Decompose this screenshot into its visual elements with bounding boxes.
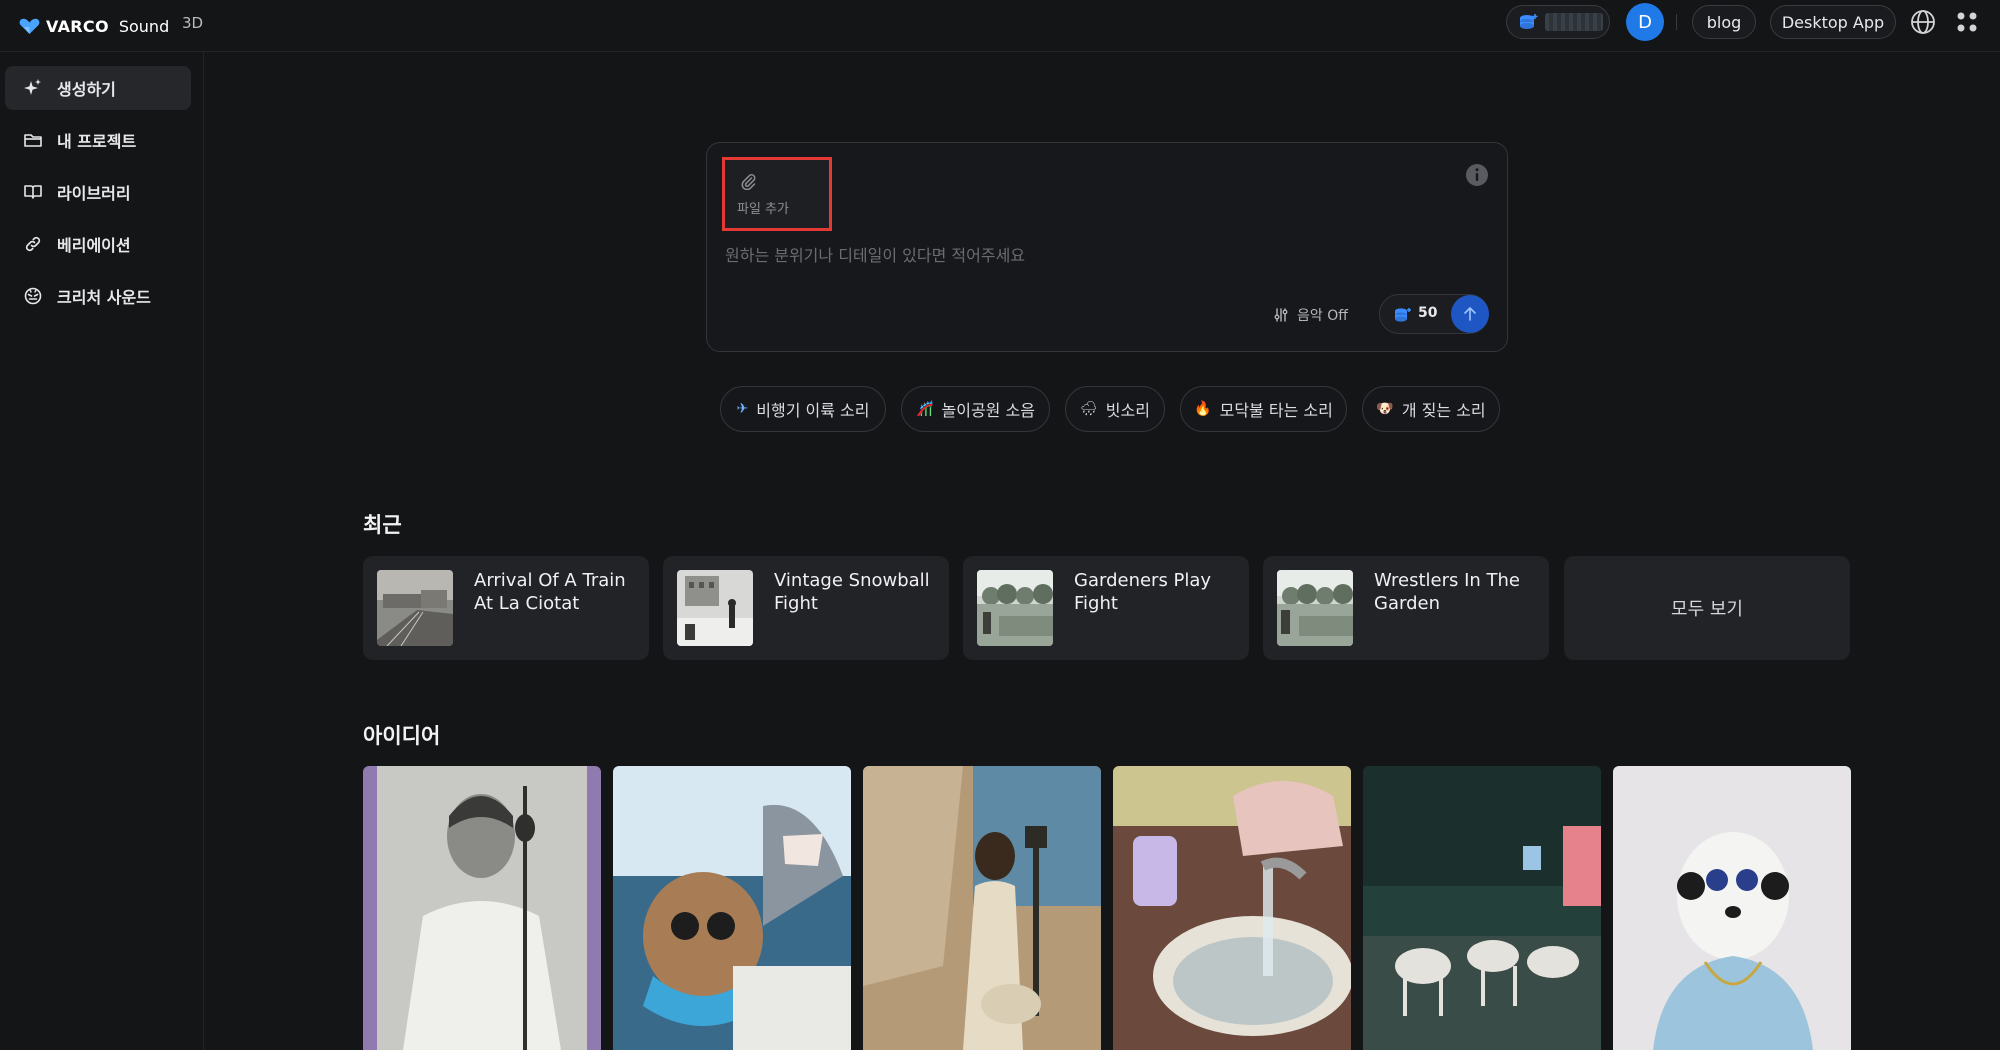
top-bar: VARCO Sound 3D D blog Desktop App: [0, 0, 2000, 52]
prompt-card: 파일 추가 원하는 분위기나 디테일이 있다면 적어주세요 음악 Off 50: [706, 142, 1508, 352]
recent-section-title: 최근: [363, 513, 402, 537]
suggestion-chip-dog-bark[interactable]: 🐶 개 짖는 소리: [1362, 386, 1500, 432]
logo[interactable]: VARCO Sound: [19, 12, 169, 40]
coin-stack-icon: [1520, 14, 1538, 29]
brand-name: VARCO: [46, 16, 109, 36]
idea-tile-woman-coast[interactable]: [863, 766, 1101, 1050]
dog-icon: 🐶: [1376, 401, 1394, 417]
desktop-app-button[interactable]: Desktop App: [1770, 5, 1896, 39]
recent-card[interactable]: Vintage Snowball Fight: [663, 556, 949, 660]
suggestion-chip-amusement-park[interactable]: 🎢 놀이공원 소음: [901, 386, 1050, 432]
book-icon: [24, 185, 42, 199]
sidebar-item-library[interactable]: 라이브러리: [5, 170, 191, 214]
heart-logo-icon: [19, 18, 40, 34]
cost-value: 50: [1418, 305, 1438, 321]
recent-title: Vintage Snowball Fight: [774, 570, 930, 614]
credit-balance[interactable]: [1506, 5, 1610, 39]
credit-amount-redacted: [1545, 13, 1603, 31]
chip-label: 비행기 이륙 소리: [756, 401, 870, 420]
music-toggle-label: 음악 Off: [1297, 308, 1348, 324]
recent-card[interactable]: Wrestlers In The Garden: [1263, 556, 1549, 660]
attach-file-button[interactable]: 파일 추가: [722, 157, 832, 231]
link-icon: [25, 236, 41, 252]
recent-card[interactable]: Arrival Of A Train At La Ciotat: [363, 556, 649, 660]
recent-thumbnail: [677, 570, 753, 646]
info-icon[interactable]: [1465, 163, 1489, 187]
recent-title: Gardeners Play Fight: [1074, 570, 1212, 614]
chip-label: 빗소리: [1105, 401, 1150, 420]
sidebar-item-label: 생성하기: [57, 80, 116, 99]
sidebar-item-projects[interactable]: 내 프로젝트: [5, 118, 191, 162]
sidebar: 생성하기 내 프로젝트 라이브러리 베리에이션 크리처 사운드: [0, 52, 204, 1050]
airplane-icon: ✈: [736, 401, 749, 417]
blog-button[interactable]: blog: [1692, 5, 1756, 39]
idea-tile-phone-sink[interactable]: [1113, 766, 1351, 1050]
sidebar-item-variation[interactable]: 베리에이션: [5, 222, 191, 266]
recent-title: Arrival Of A Train At La Ciotat: [474, 570, 626, 614]
idea-tile-singer[interactable]: [363, 766, 601, 1050]
chip-label: 개 짖는 소리: [1401, 401, 1486, 420]
sidebar-item-label: 베리에이션: [57, 236, 131, 255]
ideas-section-title: 아이디어: [363, 724, 441, 748]
sidebar-item-label: 크리처 사운드: [57, 288, 151, 307]
recent-thumbnail: [977, 570, 1053, 646]
apps-grid-icon[interactable]: [1956, 11, 1978, 33]
recent-thumbnail: [1277, 570, 1353, 646]
prompt-input[interactable]: 원하는 분위기나 디테일이 있다면 적어주세요: [725, 242, 1025, 266]
sidebar-item-label: 내 프로젝트: [57, 132, 137, 151]
see-all-button[interactable]: 모두 보기: [1564, 556, 1850, 660]
sidebar-item-create[interactable]: 생성하기: [5, 66, 191, 110]
rain-cloud-icon: 🌧: [1080, 401, 1098, 417]
recent-thumbnail: [377, 570, 453, 646]
coin-stack-icon: [1395, 308, 1411, 322]
sliders-icon: [1274, 308, 1288, 322]
music-toggle[interactable]: 음악 Off: [1273, 303, 1348, 327]
recent-card[interactable]: Gardeners Play Fight: [963, 556, 1249, 660]
brand-sub: Sound: [118, 16, 170, 36]
chip-label: 놀이공원 소음: [941, 401, 1035, 420]
chip-label: 모닥불 타는 소리: [1219, 401, 1333, 420]
divider: [1676, 14, 1677, 30]
fire-icon: 🔥: [1194, 401, 1212, 417]
sidebar-item-label: 라이브러리: [57, 184, 131, 203]
suggestion-chip-airplane[interactable]: ✈ 비행기 이륙 소리: [720, 386, 886, 432]
folder-icon: [24, 134, 42, 147]
tab-3d[interactable]: 3D: [182, 14, 203, 32]
suggestion-chip-campfire[interactable]: 🔥 모닥불 타는 소리: [1180, 386, 1347, 432]
creature-icon: [24, 287, 42, 305]
sparkles-icon: [24, 79, 41, 95]
globe-icon[interactable]: [1910, 9, 1936, 35]
avatar[interactable]: D: [1626, 3, 1664, 41]
idea-tile-dog-dj[interactable]: [1613, 766, 1851, 1050]
recent-title: Wrestlers In The Garden: [1374, 570, 1520, 614]
paperclip-icon: [741, 174, 756, 190]
suggestion-chip-rain[interactable]: 🌧 빗소리: [1065, 386, 1165, 432]
arrow-up-icon: [1464, 307, 1476, 321]
idea-tile-horses-city[interactable]: [1363, 766, 1601, 1050]
idea-tile-cat-shark[interactable]: [613, 766, 851, 1050]
roller-coaster-icon: 🎢: [916, 401, 934, 417]
attach-file-label: 파일 추가: [737, 202, 789, 217]
send-button[interactable]: [1451, 295, 1489, 333]
sidebar-item-creature-sound[interactable]: 크리처 사운드: [5, 274, 191, 318]
